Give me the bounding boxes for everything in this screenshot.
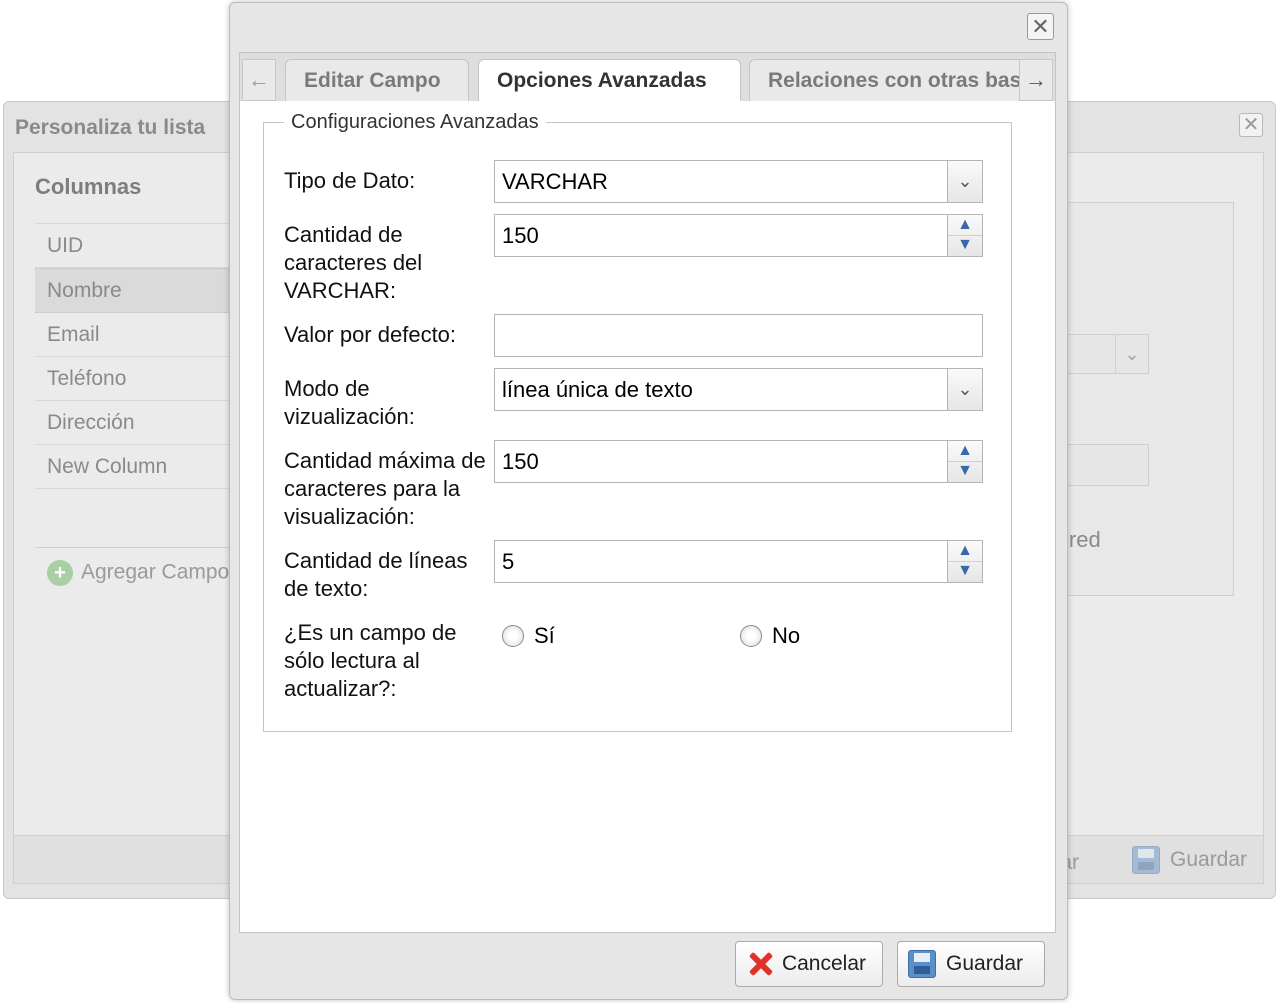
arrow-right-icon[interactable]: → [1019,59,1053,101]
solo-lectura-no-option[interactable]: No [740,623,800,649]
cantidad-caracteres-label: Cantidad de caracteres del VARCHAR: [284,222,423,303]
cantidad-caracteres-spinner[interactable]: ▲ ▼ [947,215,982,256]
cancel-button-label: Cancelar [781,952,866,975]
cantidad-maxima-value: 150 [502,449,539,474]
floppy-disk-icon [1132,846,1160,874]
column-item-new-column[interactable]: New Column [35,445,255,489]
radio-no[interactable] [740,625,762,647]
modo-visualizacion-label: Modo de vizualización: [284,376,415,429]
spinner-up-icon[interactable]: ▲ [948,541,982,562]
radio-yes[interactable] [502,625,524,647]
valor-defecto-input[interactable] [494,314,983,357]
advanced-settings-fieldset: Configuraciones Avanzadas Tipo de Dato: … [263,111,1012,732]
tipo-dato-dropdown-button[interactable]: ⌄ [947,161,982,202]
cantidad-lineas-stepper[interactable]: 5 ▲ ▼ [494,540,983,583]
solo-lectura-yes-option[interactable]: Sí [502,623,555,649]
column-item-email[interactable]: Email [35,313,255,357]
background-save-button[interactable]: Guardar [1132,846,1247,874]
tab-panel-opciones-avanzadas: Configuraciones Avanzadas Tipo de Dato: … [239,101,1056,933]
save-button[interactable]: Guardar [897,941,1045,987]
background-required-label: ired [1064,527,1101,552]
cantidad-lineas-value: 5 [502,549,515,574]
cantidad-maxima-stepper[interactable]: 150 ▲ ▼ [494,440,983,483]
column-item-nombre[interactable]: Nombre [35,268,255,313]
solo-lectura-label: ¿Es un campo de sólo lectura al actualiz… [284,620,457,701]
modo-visualizacion-value: línea única de texto [502,377,693,402]
background-save-label: Guardar [1170,848,1248,871]
tipo-dato-label: Tipo de Dato: [284,168,416,193]
valor-defecto-label: Valor por defecto: [284,322,457,347]
spinner-down-icon[interactable]: ▼ [948,561,982,581]
cancel-button[interactable]: Cancelar [735,941,883,987]
background-window-title: Personaliza tu lista [15,116,206,139]
cantidad-lineas-spinner[interactable]: ▲ ▼ [947,541,982,582]
columns-list: UID Nombre Email Teléfono Dirección New … [35,223,255,489]
add-field-button[interactable]: + Agregar Campo [35,547,255,586]
spinner-up-icon[interactable]: ▲ [948,441,982,462]
radio-no-label: No [772,623,801,648]
modo-visualizacion-select[interactable]: línea única de texto ⌄ [494,368,983,411]
tipo-dato-select[interactable]: VARCHAR ⌄ [494,160,983,203]
tab-editar-campo[interactable]: Editar Campo [285,59,469,101]
column-item-uid[interactable]: UID [35,224,255,268]
cantidad-caracteres-value: 150 [502,223,539,248]
cantidad-maxima-spinner[interactable]: ▲ ▼ [947,441,982,482]
plus-circle-icon: + [47,560,73,586]
chevron-down-icon: ⌄ [957,171,973,191]
tipo-dato-value: VARCHAR [502,169,608,194]
column-item-telefono[interactable]: Teléfono [35,357,255,401]
background-close-icon[interactable]: ✕ [1239,113,1263,137]
fieldset-legend: Configuraciones Avanzadas [284,111,546,134]
add-field-label: Agregar Campo [81,560,230,584]
arrow-left-icon[interactable]: ← [242,59,276,101]
column-item-direccion[interactable]: Dirección [35,401,255,445]
spinner-down-icon[interactable]: ▼ [948,235,982,255]
spinner-up-icon[interactable]: ▲ [948,215,982,236]
cantidad-lineas-label: Cantidad de líneas de texto: [284,548,468,601]
chevron-down-icon: ⌄ [957,379,973,399]
red-x-icon [746,950,770,978]
edit-field-dialog: ✕ ← Editar Campo Opciones Avanzadas Rela… [229,2,1068,1000]
cantidad-caracteres-stepper[interactable]: 150 ▲ ▼ [494,214,983,257]
chevron-down-icon: ⌄ [1115,335,1148,373]
floppy-disk-icon [908,950,936,978]
modo-visualizacion-dropdown-button[interactable]: ⌄ [947,369,982,410]
tab-strip: ← Editar Campo Opciones Avanzadas Relaci… [239,52,1056,102]
close-icon[interactable]: ✕ [1027,13,1054,40]
spinner-down-icon[interactable]: ▼ [948,461,982,481]
columns-title: Columnas [35,174,142,199]
tab-relaciones[interactable]: Relaciones con otras bases [749,59,1049,101]
tab-opciones-avanzadas[interactable]: Opciones Avanzadas [478,59,741,101]
cantidad-maxima-label: Cantidad máxima de caracteres para la vi… [284,448,486,529]
radio-yes-label: Sí [534,623,555,648]
save-button-label: Guardar [946,952,1024,975]
